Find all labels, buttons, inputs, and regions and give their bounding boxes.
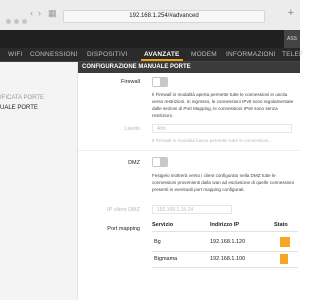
state-toggle[interactable] [280,254,288,264]
firewall-toggle[interactable] [152,77,168,87]
dmz-label: DMZ [128,160,140,166]
firewall-label: Firewall [121,79,140,85]
nav-item-dispositivi[interactable]: DISPOSITIVI [87,48,128,61]
nav-item-modem[interactable]: MODEM [191,48,217,61]
livello-description: Il Firewall in modalità bassa permette t… [152,138,273,143]
table-divider [152,251,298,252]
zoom-window-icon[interactable] [22,19,27,24]
nav-item-avanzate[interactable]: AVANZATE [141,48,183,61]
sidebar-item-porte-manuale[interactable]: UALE PORTE [0,105,38,111]
firewall-description: Il Firewall in modalità aperta permette … [152,92,294,118]
column-header-ip: Indirizzo IP [210,222,240,228]
service-cell: Bg [154,239,161,245]
forward-arrow-icon[interactable]: › [38,9,41,18]
ip-cell: 192.168.1.120 [210,239,246,245]
ip-dmz-input[interactable]: 192.168.1.15.14 [152,205,232,214]
divider [78,150,300,151]
livello-label: Livello [124,126,140,132]
livello-select[interactable]: Alto [152,124,292,133]
table-divider [152,267,298,268]
browser-toolbar: ‹ › ▦ 192.168.1.254/#advanced + [0,0,300,31]
sidebar-item-porte-semplificata[interactable]: IFICATA PORTE [0,95,44,101]
app-header [0,30,300,48]
column-header-state: Stato [274,222,288,228]
nav-item-informazioni[interactable]: INFORMAZIONI [226,48,276,61]
nav-item-wifi[interactable]: WIFI [8,48,23,61]
table-divider [152,231,298,232]
sidebar: IFICATA PORTE UALE PORTE [0,62,78,300]
port-mapping-label: Port mapping [107,226,140,232]
state-toggle[interactable] [280,237,290,247]
back-arrow-icon[interactable]: ‹ [30,9,33,18]
ip-dmz-label: IP client DMZ [107,207,140,213]
url-bar[interactable]: 192.168.1.254/#advanced [63,10,265,23]
window-controls[interactable] [6,11,30,29]
nav-item-telefono[interactable]: TELEF [282,48,303,61]
column-header-service: Servizio [152,222,174,228]
assistance-button[interactable]: ASS [284,30,300,48]
ip-cell: 192.168.1.100 [210,256,246,262]
new-tab-icon[interactable]: + [288,8,294,19]
nav-item-connessioni[interactable]: CONNESSIONI [30,48,78,61]
service-cell: Bigmama [154,256,178,262]
dmz-toggle[interactable] [152,157,168,167]
dmz-description: Festgelo inoltrerà verso i client config… [152,173,294,192]
main-nav: WIFI CONNESSIONI DISPOSITIVI AVANZATE MO… [0,48,303,62]
sidebar-toggle-icon[interactable]: ▦ [48,9,57,18]
section-title: CONFIGURAZIONE MANUALE PORTE [78,62,300,73]
minimize-window-icon[interactable] [14,19,19,24]
close-window-icon[interactable] [6,19,11,24]
